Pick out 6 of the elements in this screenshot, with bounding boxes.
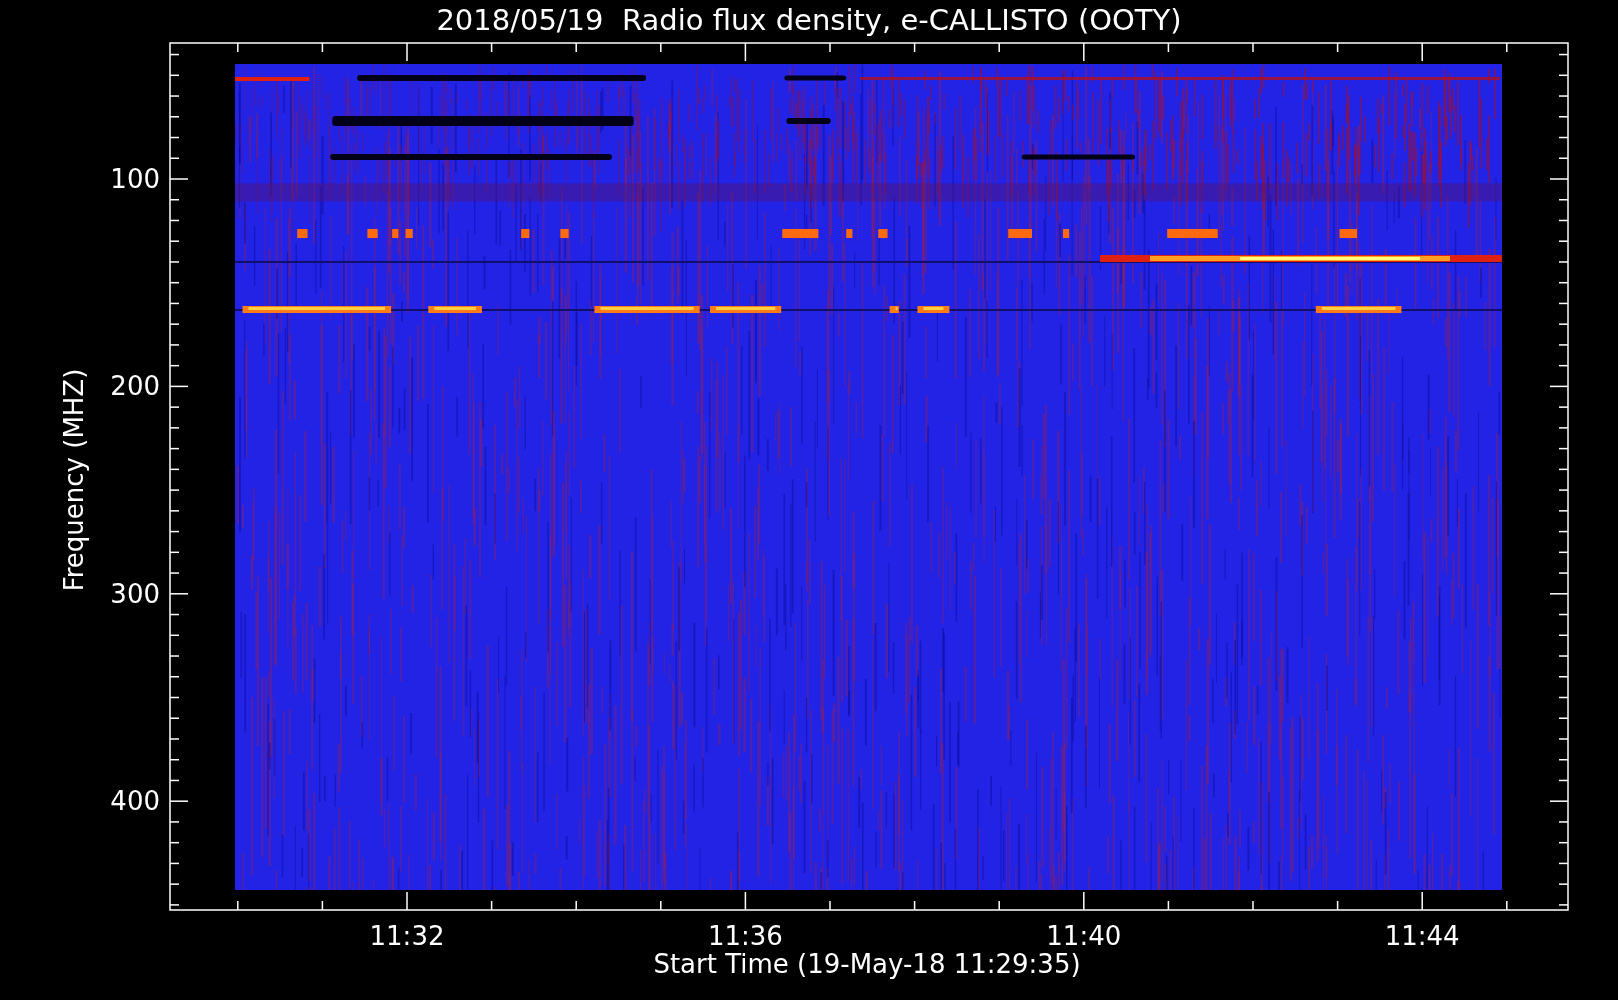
tick-label: 11:32: [368, 920, 446, 952]
tick-label: 400: [109, 785, 160, 818]
chart-title: 2018/05/19 Radio flux density, e-CALLISTO (OOTY): [435, 2, 1183, 38]
axis-label: Frequency (MHZ): [58, 368, 90, 592]
tick-label: 11:44: [1383, 920, 1461, 952]
tick-label: 100: [109, 163, 160, 195]
